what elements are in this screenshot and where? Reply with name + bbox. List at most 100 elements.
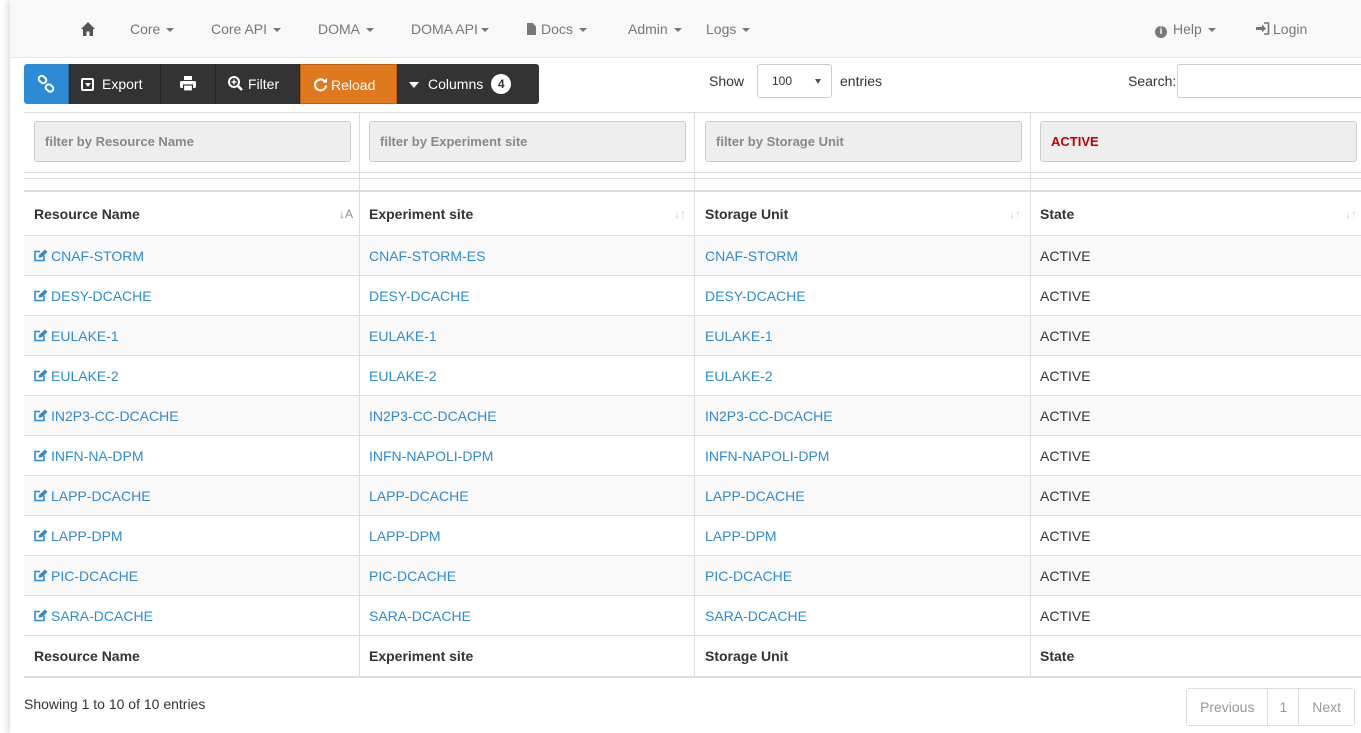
cell-experiment-site-text[interactable]: LAPP-DCACHE: [369, 488, 469, 504]
cell-experiment-site-text[interactable]: EULAKE-1: [369, 328, 437, 344]
cell-resource-name-text[interactable]: INFN-NA-DPM: [51, 448, 144, 464]
cell-resource-name-text[interactable]: LAPP-DPM: [51, 528, 123, 544]
cell-storage-unit-text[interactable]: EULAKE-2: [705, 368, 773, 384]
header-storage-unit[interactable]: Storage Unit: [705, 194, 788, 234]
cell-experiment-site[interactable]: CNAF-STORM-ES: [369, 236, 485, 276]
edit-icon[interactable]: [34, 489, 48, 502]
sort-icon[interactable]: ↓↑: [674, 194, 686, 234]
cell-storage-unit[interactable]: PIC-DCACHE: [705, 556, 792, 596]
home-icon[interactable]: [80, 21, 96, 37]
cell-storage-unit[interactable]: LAPP-DPM: [705, 516, 777, 556]
cell-experiment-site-text[interactable]: PIC-DCACHE: [369, 568, 456, 584]
filter-resource-name-input[interactable]: filter by Resource Name: [34, 121, 351, 162]
cell-storage-unit[interactable]: INFN-NAPOLI-DPM: [705, 436, 829, 476]
edit-icon[interactable]: [34, 609, 48, 622]
header-resource-name[interactable]: Resource Name: [34, 194, 140, 234]
cell-resource-name-text[interactable]: DESY-DCACHE: [51, 288, 152, 304]
cell-storage-unit[interactable]: CNAF-STORM: [705, 236, 798, 276]
cell-storage-unit[interactable]: EULAKE-1: [705, 316, 773, 356]
next-page-button[interactable]: Next: [1299, 689, 1355, 725]
cell-storage-unit-text[interactable]: INFN-NAPOLI-DPM: [705, 448, 829, 464]
columns-button[interactable]: Columns 4: [397, 64, 539, 104]
page-1-button[interactable]: 1: [1268, 689, 1300, 725]
header-state[interactable]: State: [1040, 194, 1074, 234]
cell-resource-name[interactable]: PIC-DCACHE: [34, 556, 138, 596]
edit-icon[interactable]: [34, 249, 48, 262]
cell-experiment-site-text[interactable]: CNAF-STORM-ES: [369, 248, 485, 264]
edit-icon[interactable]: [34, 569, 48, 582]
cell-experiment-site-text[interactable]: SARA-DCACHE: [369, 608, 471, 624]
cell-resource-name-text[interactable]: EULAKE-2: [51, 368, 119, 384]
cell-experiment-site-text[interactable]: LAPP-DPM: [369, 528, 441, 544]
filter-button[interactable]: Filter: [216, 64, 300, 104]
edit-icon[interactable]: [34, 329, 48, 342]
cell-storage-unit[interactable]: DESY-DCACHE: [705, 276, 806, 316]
search-input[interactable]: [1177, 64, 1361, 98]
nav-doma-api[interactable]: DOMA API: [411, 0, 489, 58]
cell-resource-name[interactable]: SARA-DCACHE: [34, 596, 153, 636]
cell-resource-name[interactable]: INFN-NA-DPM: [34, 436, 144, 476]
cell-storage-unit-text[interactable]: IN2P3-CC-DCACHE: [705, 408, 833, 424]
nav-docs[interactable]: Docs: [527, 0, 587, 58]
cell-resource-name-text[interactable]: PIC-DCACHE: [51, 568, 138, 584]
entries-length-select[interactable]: 100: [757, 64, 832, 98]
cell-experiment-site-text[interactable]: IN2P3-CC-DCACHE: [369, 408, 497, 424]
sort-icon[interactable]: ↓↑: [1345, 194, 1357, 234]
nav-admin[interactable]: Admin: [628, 0, 682, 58]
cell-resource-name[interactable]: EULAKE-1: [34, 316, 119, 356]
cell-experiment-site[interactable]: DESY-DCACHE: [369, 276, 470, 316]
cell-experiment-site[interactable]: SARA-DCACHE: [369, 596, 471, 636]
cell-experiment-site[interactable]: LAPP-DPM: [369, 516, 441, 556]
cell-storage-unit-text[interactable]: LAPP-DCACHE: [705, 488, 805, 504]
nav-logs[interactable]: Logs: [706, 0, 751, 58]
cell-storage-unit[interactable]: SARA-DCACHE: [705, 596, 807, 636]
cell-resource-name[interactable]: CNAF-STORM: [34, 236, 144, 276]
cell-experiment-site[interactable]: EULAKE-2: [369, 356, 437, 396]
cell-experiment-site[interactable]: INFN-NAPOLI-DPM: [369, 436, 493, 476]
cell-resource-name-text[interactable]: LAPP-DCACHE: [51, 488, 151, 504]
cell-experiment-site-text[interactable]: DESY-DCACHE: [369, 288, 470, 304]
cell-resource-name[interactable]: IN2P3-CC-DCACHE: [34, 396, 179, 436]
link-button[interactable]: [24, 64, 69, 104]
cell-experiment-site[interactable]: PIC-DCACHE: [369, 556, 456, 596]
cell-storage-unit[interactable]: EULAKE-2: [705, 356, 773, 396]
previous-page-button[interactable]: Previous: [1187, 689, 1269, 725]
cell-storage-unit-text[interactable]: DESY-DCACHE: [705, 288, 806, 304]
cell-storage-unit-text[interactable]: SARA-DCACHE: [705, 608, 807, 624]
cell-storage-unit-text[interactable]: CNAF-STORM: [705, 248, 798, 264]
cell-resource-name-text[interactable]: EULAKE-1: [51, 328, 119, 344]
nav-core-api[interactable]: Core API: [211, 0, 282, 58]
sort-ascending-icon[interactable]: ↓A: [339, 194, 353, 234]
filter-storage-unit-input[interactable]: filter by Storage Unit: [705, 121, 1022, 162]
edit-icon[interactable]: [34, 289, 48, 302]
header-experiment-site[interactable]: Experiment site: [369, 194, 473, 234]
filter-state-input[interactable]: ACTIVE: [1040, 121, 1357, 162]
cell-resource-name-text[interactable]: IN2P3-CC-DCACHE: [51, 408, 179, 424]
reload-button[interactable]: Reload: [300, 64, 397, 104]
cell-storage-unit[interactable]: LAPP-DCACHE: [705, 476, 805, 516]
cell-storage-unit[interactable]: IN2P3-CC-DCACHE: [705, 396, 833, 436]
cell-experiment-site-text[interactable]: INFN-NAPOLI-DPM: [369, 448, 493, 464]
nav-doma[interactable]: DOMA: [318, 0, 374, 58]
cell-resource-name[interactable]: DESY-DCACHE: [34, 276, 152, 316]
cell-resource-name[interactable]: EULAKE-2: [34, 356, 119, 396]
sort-icon[interactable]: ↓↑: [1009, 194, 1021, 234]
nav-login[interactable]: Login: [1256, 0, 1307, 58]
edit-icon[interactable]: [34, 449, 48, 462]
cell-resource-name[interactable]: LAPP-DCACHE: [34, 476, 151, 516]
cell-experiment-site[interactable]: EULAKE-1: [369, 316, 437, 356]
cell-resource-name[interactable]: LAPP-DPM: [34, 516, 123, 556]
cell-storage-unit-text[interactable]: LAPP-DPM: [705, 528, 777, 544]
cell-experiment-site[interactable]: IN2P3-CC-DCACHE: [369, 396, 497, 436]
cell-resource-name-text[interactable]: SARA-DCACHE: [51, 608, 153, 624]
export-button[interactable]: Export: [69, 64, 161, 104]
cell-experiment-site[interactable]: LAPP-DCACHE: [369, 476, 469, 516]
cell-experiment-site-text[interactable]: EULAKE-2: [369, 368, 437, 384]
nav-help[interactable]: i Help: [1155, 0, 1216, 58]
edit-icon[interactable]: [34, 529, 48, 542]
filter-experiment-site-input[interactable]: filter by Experiment site: [369, 121, 686, 162]
edit-icon[interactable]: [34, 369, 48, 382]
cell-storage-unit-text[interactable]: EULAKE-1: [705, 328, 773, 344]
cell-resource-name-text[interactable]: CNAF-STORM: [51, 248, 144, 264]
nav-core[interactable]: Core: [130, 0, 175, 58]
